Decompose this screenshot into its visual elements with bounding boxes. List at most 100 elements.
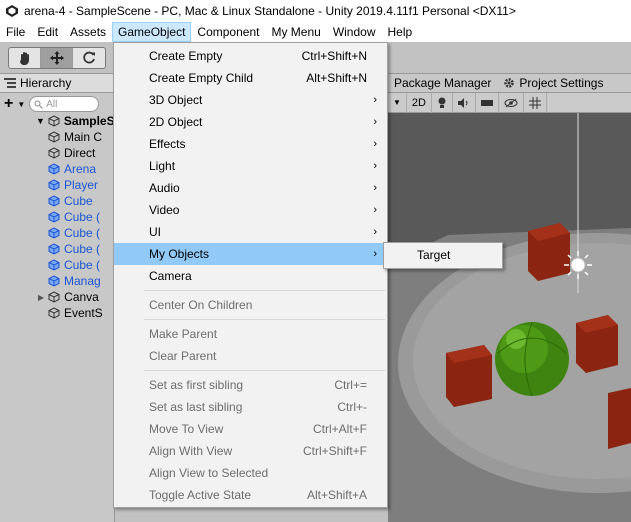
prefab-cube-icon: [48, 163, 60, 175]
menu-help[interactable]: Help: [382, 22, 419, 42]
menu-item-effects[interactable]: Effects ›: [114, 133, 387, 155]
submenu-item-target[interactable]: Target: [384, 244, 502, 266]
menu-component[interactable]: Component: [191, 22, 265, 42]
hierarchy-item[interactable]: Direct: [48, 145, 95, 161]
submenu-arrow-icon: ›: [373, 226, 377, 238]
menu-item-camera[interactable]: Camera: [114, 265, 387, 287]
menu-item-toggle-active-state[interactable]: Toggle Active State Alt+Shift+A: [114, 484, 387, 506]
hierarchy-item-label: Cube (: [64, 242, 101, 256]
gameobject-cube-icon: [48, 131, 60, 143]
menu-item-ui[interactable]: UI ›: [114, 221, 387, 243]
menu-item-label: Move To View: [149, 422, 224, 436]
rotate-tool-icon[interactable]: [73, 48, 105, 68]
menu-item-align-view-to-selected[interactable]: Align View to Selected: [114, 462, 387, 484]
my-objects-submenu: Target: [383, 242, 503, 269]
submenu-arrow-icon: ›: [373, 182, 377, 194]
menu-item-create-empty-child[interactable]: Create Empty Child Alt+Shift+N: [114, 67, 387, 89]
tab-package-manager-label: Package Manager: [394, 76, 492, 90]
scene-row[interactable]: ▼ SampleS: [36, 113, 115, 129]
search-icon: [34, 100, 44, 109]
hierarchy-list-icon: [4, 78, 16, 88]
hierarchy-item-label: Arena: [64, 162, 97, 176]
menu-separator: [144, 290, 385, 291]
prefab-cube-icon: [48, 259, 60, 271]
menu-assets[interactable]: Assets: [64, 22, 112, 42]
menu-item-2d-object[interactable]: 2D Object ›: [114, 111, 387, 133]
hierarchy-item[interactable]: Cube (: [48, 225, 100, 241]
hierarchy-item[interactable]: Cube (: [48, 257, 100, 273]
player-sphere[interactable]: [495, 322, 569, 397]
lighting-icon[interactable]: [432, 92, 453, 113]
hierarchy-item[interactable]: Cube (: [48, 241, 100, 257]
menu-item-align-with-view[interactable]: Align With View Ctrl+Shift+F: [114, 440, 387, 462]
window-title: arena-4 - SampleScene - PC, Mac & Linux …: [24, 4, 516, 18]
hierarchy-item-label: Cube (: [64, 258, 101, 272]
expand-arrow-icon[interactable]: ▼: [36, 116, 45, 126]
menu-item-clear-parent[interactable]: Clear Parent: [114, 345, 387, 367]
cube-object[interactable]: [608, 388, 631, 449]
hierarchy-item[interactable]: Player: [48, 177, 98, 193]
menu-item-move-to-view[interactable]: Move To View Ctrl+Alt+F: [114, 418, 387, 440]
unity-editor-window: { "window":{"title":"arena-4 - SampleSce…: [0, 0, 631, 522]
add-button[interactable]: +: [4, 96, 13, 112]
menu-item-label: Video: [149, 203, 180, 217]
menu-item-label: Toggle Active State: [149, 488, 252, 502]
cube-object[interactable]: [446, 345, 492, 407]
hierarchy-item[interactable]: Cube: [48, 193, 93, 209]
menu-item-audio[interactable]: Audio ›: [114, 177, 387, 199]
expand-arrow-icon[interactable]: ▶: [38, 293, 44, 302]
hierarchy-item-label: Cube: [64, 194, 93, 208]
menu-edit[interactable]: Edit: [31, 22, 64, 42]
hidden-objects-icon[interactable]: [499, 92, 524, 113]
audio-icon[interactable]: [453, 92, 476, 113]
menu-item-label: Set as last sibling: [149, 400, 243, 414]
scene-view-panel: Package Manager Project Settings ▼ 2D: [388, 74, 631, 522]
menu-item-my-objects[interactable]: My Objects ›: [114, 243, 387, 265]
gameobject-cube-icon: [48, 291, 60, 303]
effects-icon[interactable]: [476, 92, 499, 113]
hierarchy-item[interactable]: Main C: [48, 129, 102, 145]
hierarchy-item-label: Player: [64, 178, 99, 192]
menu-gameobject[interactable]: GameObject: [112, 22, 192, 42]
hierarchy-item[interactable]: Cube (: [48, 209, 100, 225]
toggle-2d-button[interactable]: 2D: [407, 92, 432, 113]
menu-item-set-first-sibling[interactable]: Set as first sibling Ctrl+=: [114, 374, 387, 396]
menu-item-create-empty[interactable]: Create Empty Ctrl+Shift+N: [114, 45, 387, 67]
scene-canvas[interactable]: [388, 113, 631, 522]
menu-item-center-on-children[interactable]: Center On Children: [114, 294, 387, 316]
gameobject-cube-icon: [48, 147, 60, 159]
menu-item-label: Effects: [149, 137, 186, 151]
tab-project-settings[interactable]: Project Settings: [497, 76, 609, 90]
menu-item-light[interactable]: Light ›: [114, 155, 387, 177]
light-gizmo-icon[interactable]: [564, 251, 592, 279]
submenu-arrow-icon: ›: [373, 204, 377, 216]
hierarchy-item[interactable]: Manag: [48, 273, 101, 289]
menu-item-video[interactable]: Video ›: [114, 199, 387, 221]
dropdown-icon[interactable]: ▼: [388, 92, 407, 113]
menu-item-label: 3D Object: [149, 93, 203, 107]
menu-my-menu[interactable]: My Menu: [265, 22, 326, 42]
hierarchy-tab[interactable]: Hierarchy: [0, 74, 115, 93]
cube-object[interactable]: [528, 223, 570, 281]
grid-icon[interactable]: [524, 92, 547, 113]
submenu-arrow-icon: ›: [373, 248, 377, 260]
menu-item-set-last-sibling[interactable]: Set as last sibling Ctrl+-: [114, 396, 387, 418]
hand-tool-icon[interactable]: [9, 48, 41, 68]
menu-bar: File Edit Assets GameObject Component My…: [0, 22, 631, 42]
menu-item-make-parent[interactable]: Make Parent: [114, 323, 387, 345]
tab-package-manager[interactable]: Package Manager: [388, 76, 497, 90]
hierarchy-search-input[interactable]: All: [29, 96, 100, 112]
hierarchy-item[interactable]: EventS: [48, 305, 103, 321]
hierarchy-item[interactable]: Arena: [48, 161, 96, 177]
menu-file[interactable]: File: [0, 22, 31, 42]
cube-object[interactable]: [576, 315, 618, 373]
menu-item-3d-object[interactable]: 3D Object ›: [114, 89, 387, 111]
add-dropdown-icon[interactable]: ▼: [17, 100, 25, 109]
move-tool-icon[interactable]: [41, 48, 73, 68]
hierarchy-item-label: Manag: [64, 274, 101, 288]
menu-item-label: Create Empty Child: [149, 71, 254, 85]
hierarchy-item[interactable]: ▶ Canva: [38, 289, 99, 305]
menu-window[interactable]: Window: [327, 22, 382, 42]
menu-separator: [144, 370, 385, 371]
menu-item-label: My Objects: [149, 247, 210, 261]
